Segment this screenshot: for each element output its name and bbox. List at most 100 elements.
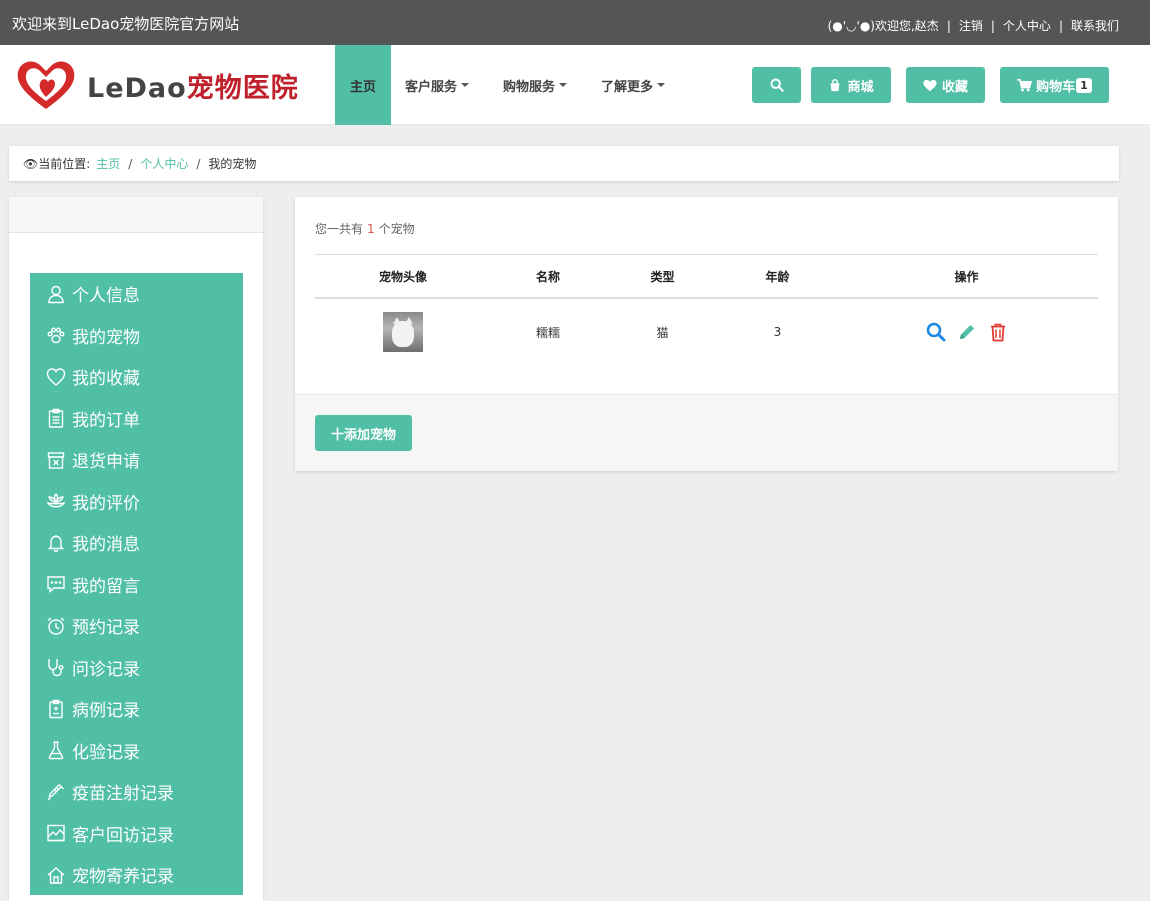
nav-home[interactable]: 主页	[335, 45, 392, 125]
caret-down-icon	[559, 83, 568, 87]
breadcrumb: 👁当前位置: 主页 / 个人中心 / 我的宠物	[9, 146, 1119, 181]
nav-learn-more-label: 了解更多	[601, 79, 654, 95]
contact-link[interactable]: 联系我们	[1071, 17, 1119, 34]
breadcrumb-separator: /	[196, 156, 201, 171]
chat-icon	[47, 576, 65, 594]
pet-type: 猫	[656, 325, 669, 340]
mall-label: 商城	[847, 79, 874, 95]
heart-icon	[46, 368, 66, 386]
caret-down-icon	[657, 83, 666, 87]
sidebar-item-label: 我的订单	[72, 410, 140, 431]
caret-down-icon	[461, 83, 470, 87]
sidebar-item-label: 病例记录	[72, 701, 140, 722]
nav-menu: 主页 客户服务 购物服务 了解更多	[335, 45, 679, 125]
sidebar-item-lab-tests[interactable]: 化验记录	[30, 730, 243, 772]
sidebar-header	[9, 197, 263, 233]
sidebar-item-label: 我的收藏	[72, 369, 140, 390]
nav-shopping-service-label: 购物服务	[503, 79, 556, 95]
table-row: 糯糯 猫 3	[315, 299, 1098, 365]
sidebar-item-label: 预约记录	[72, 618, 140, 639]
nav-customer-service[interactable]: 客户服务	[391, 45, 483, 125]
sidebar-item-label: 个人信息	[72, 286, 140, 307]
count-suffix: 个宠物	[378, 222, 415, 236]
sidebar-item-label: 我的评价	[72, 493, 140, 514]
separator: |	[990, 18, 995, 33]
clipboard-icon	[48, 409, 64, 428]
breadcrumb-prefix: 👁当前位置:	[23, 157, 91, 171]
column-header-avatar: 宠物头像	[378, 269, 427, 284]
sidebar-item-label: 化验记录	[72, 742, 140, 763]
view-search-icon[interactable]	[926, 322, 946, 342]
top-links: (●'◡'●)欢迎您,赵杰 | 注销 | 个人中心 | 联系我们	[828, 17, 1119, 34]
breadcrumb-home[interactable]: 主页	[96, 155, 120, 172]
sidebar-item-label: 客户回访记录	[72, 825, 174, 846]
logo-text: LeDao宠物医院	[87, 66, 299, 105]
site-logo[interactable]: LeDao宠物医院	[14, 57, 299, 113]
nav-learn-more[interactable]: 了解更多	[587, 45, 679, 125]
breadcrumb-current: 我的宠物	[208, 157, 257, 171]
sidebar-item-my-orders[interactable]: 我的订单	[30, 398, 243, 440]
sidebar-item-my-favorites[interactable]: 我的收藏	[30, 356, 243, 398]
bell-icon	[47, 534, 65, 552]
main-navbar: LeDao宠物医院 主页 客户服务 购物服务 了解更多 商城 收藏 购物车 1	[0, 45, 1150, 125]
cart-label: 购物车	[1036, 79, 1076, 95]
separator: |	[1058, 18, 1063, 33]
sidebar-item-pet-boarding[interactable]: 宠物寄养记录	[30, 854, 243, 896]
sidebar-item-label: 退货申请	[72, 452, 140, 473]
sidebar-item-my-messages[interactable]: 我的消息	[30, 522, 243, 564]
nav-shopping-service[interactable]: 购物服务	[489, 45, 581, 125]
greeting-text: (●'◡'●)欢迎您,赵杰	[827, 19, 939, 33]
heart-logo-icon	[17, 61, 75, 109]
mall-button[interactable]: 商城	[811, 67, 891, 103]
flask-icon	[48, 741, 64, 760]
sidebar-item-label: 宠物寄养记录	[72, 867, 174, 888]
breadcrumb-separator: /	[128, 156, 133, 171]
pet-avatar-cell	[315, 312, 491, 352]
sidebar-item-consultations[interactable]: 问诊记录	[30, 647, 243, 689]
flower-icon	[46, 493, 66, 508]
pet-avatar[interactable]	[383, 312, 423, 352]
edit-pencil-icon[interactable]	[957, 322, 977, 342]
actions-cell	[835, 322, 1098, 342]
breadcrumb-user-center[interactable]: 个人中心	[140, 155, 188, 172]
table-header: 宠物头像 名称 类型 年龄 操作	[315, 254, 1098, 299]
user-center-link[interactable]: 个人中心	[1003, 17, 1051, 34]
sidebar-item-label: 我的留言	[72, 576, 140, 597]
chart-icon	[47, 825, 65, 842]
sidebar: 个人信息 我的宠物 我的收藏 我的订单 退货申请 我的评价 我的消息 我的留言	[9, 197, 263, 901]
cart-button[interactable]: 购物车 1	[1000, 67, 1109, 103]
sidebar-item-vaccinations[interactable]: 疫苗注射记录	[30, 771, 243, 813]
pets-panel: 您一共有 1 个宠物 宠物头像 名称 类型 年龄 操作 糯糯 猫 3 十添加宠物	[295, 197, 1118, 471]
user-icon	[48, 285, 64, 303]
sidebar-item-appointments[interactable]: 预约记录	[30, 605, 243, 647]
stethoscope-icon	[48, 659, 64, 677]
cart-count-badge: 1	[1076, 77, 1092, 93]
sidebar-item-my-reviews[interactable]: 我的评价	[30, 481, 243, 523]
search-button[interactable]	[752, 67, 801, 103]
sidebar-item-label: 我的消息	[72, 535, 140, 556]
add-pet-button[interactable]: 十添加宠物	[315, 415, 412, 451]
sidebar-item-customer-followups[interactable]: 客户回访记录	[30, 813, 243, 855]
cart-icon	[1017, 78, 1033, 91]
pet-count-line: 您一共有 1 个宠物	[315, 220, 415, 237]
sidebar-item-return-request[interactable]: 退货申请	[30, 439, 243, 481]
medical-record-icon	[49, 699, 63, 718]
column-header-actions: 操作	[954, 269, 979, 284]
delete-trash-icon[interactable]	[988, 322, 1008, 342]
shopping-bag-icon	[831, 79, 840, 92]
sidebar-item-my-pets[interactable]: 我的宠物	[30, 315, 243, 357]
top-bar: 欢迎来到LeDao宠物医院官方网站 (●'◡'●)欢迎您,赵杰 | 注销 | 个…	[0, 0, 1150, 45]
sidebar-item-personal-info[interactable]: 个人信息	[30, 273, 243, 315]
syringe-icon	[47, 783, 64, 801]
sidebar-menu: 个人信息 我的宠物 我的收藏 我的订单 退货申请 我的评价 我的消息 我的留言	[30, 273, 243, 895]
sidebar-item-my-comments[interactable]: 我的留言	[30, 564, 243, 606]
sidebar-item-medical-records[interactable]: 病例记录	[30, 688, 243, 730]
nav-home-label: 主页	[350, 79, 377, 95]
alarm-clock-icon	[47, 617, 65, 635]
favorites-button[interactable]: 收藏	[906, 67, 985, 103]
paw-icon	[47, 327, 65, 344]
logout-link[interactable]: 注销	[959, 17, 983, 34]
column-header-name: 名称	[535, 269, 560, 284]
welcome-text: 欢迎来到LeDao宠物医院官方网站	[12, 15, 240, 33]
column-header-type: 类型	[650, 269, 675, 284]
